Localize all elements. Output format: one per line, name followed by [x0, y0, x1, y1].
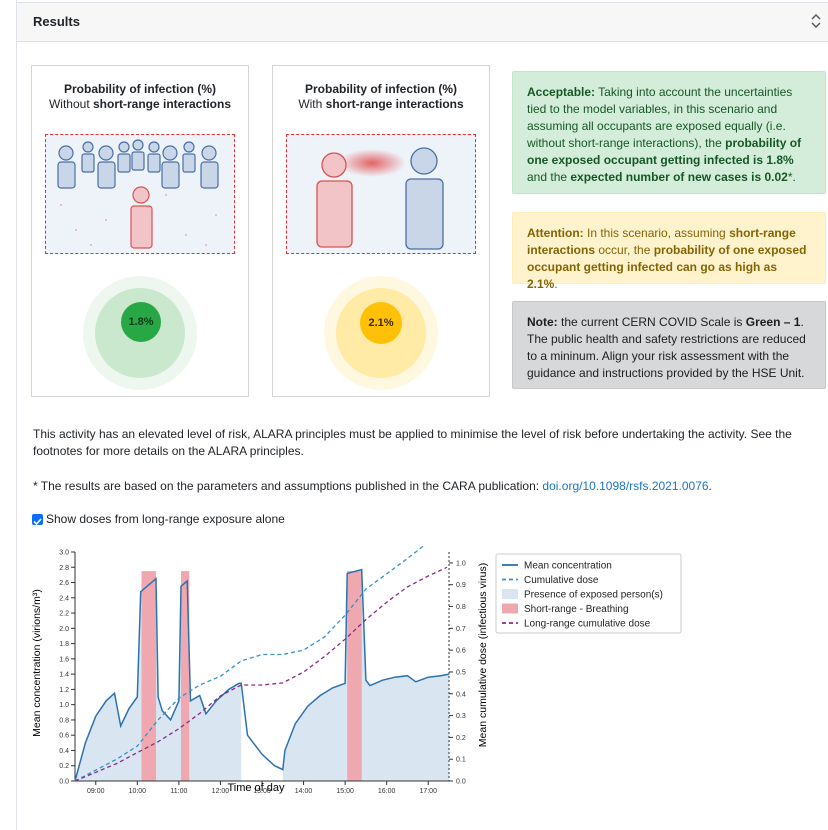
card-with-subtitle-bold: short-range interactions [325, 97, 464, 111]
card-with-short-range: Probability of infection (%) With short-… [272, 65, 490, 397]
short-range-bar [141, 571, 157, 781]
legend-label: Cumulative dose [524, 575, 599, 586]
x-tick-label: 14:00 [295, 788, 313, 795]
y-tick-label: 2.4 [59, 595, 69, 602]
alert-note-text: the current CERN COVID Scale is [557, 315, 746, 329]
y-axis-left: 0.0 0.2 0.4 0.6 0.8 1.0 1.2 1.4 1.6 1.8 2.0 2.2 2.4 2… [59, 550, 76, 786]
y2-tick-label: 0.9 [456, 582, 466, 589]
probability-value: 2.1% [368, 317, 394, 329]
y-tick-label: 0.2 [59, 763, 69, 770]
footnote-end: . [708, 479, 712, 493]
y2-tick-label: 0.5 [456, 669, 466, 676]
results-header[interactable]: Results [17, 2, 828, 42]
results-title: Results [33, 14, 80, 29]
alert-attention-text: occur, the [595, 243, 654, 257]
legend-swatch [502, 589, 518, 599]
short-range-icon [316, 147, 444, 250]
y-tick-label: 2.0 [59, 626, 69, 633]
y-tick-label: 0.8 [59, 717, 69, 724]
y-tick-label: 2.8 [59, 565, 69, 572]
card-with-subtitle: With short-range interactions [273, 97, 489, 112]
y2-tick-label: 0.7 [456, 626, 466, 633]
y-tick-label: 0.6 [59, 733, 69, 740]
alert-acceptable-text: and the [527, 170, 571, 184]
card-without-subtitle-prefix: Without [48, 97, 93, 111]
card-with-subtitle-prefix: With [298, 97, 326, 111]
footnote-text: * The results are based on the parameter… [33, 479, 543, 493]
checkbox-label[interactable]: Show doses from long-range exposure alon… [46, 511, 285, 528]
concentration-chart: 0.0 0.2 0.4 0.6 0.8 1.0 1.2 1.4 1.6 1.8 2.0 2.2 2.4 2… [31, 545, 682, 795]
y-tick-label: 1.4 [59, 672, 69, 679]
card-without-subtitle: Without short-range interactions [32, 97, 248, 112]
y2-tick-label: 0.4 [456, 691, 466, 698]
occupants-illustration [45, 134, 235, 254]
x-tick-label: 17:00 [419, 788, 437, 795]
alert-note-label: Note: [527, 315, 558, 329]
y2-tick-label: 0.1 [456, 757, 466, 764]
legend-label: Long-range cumulative dose [524, 619, 651, 630]
alert-acceptable: Acceptable: Taking into account the unce… [512, 71, 826, 194]
y-tick-label: 0.0 [59, 779, 69, 786]
y-tick-label: 3.0 [59, 550, 69, 557]
y2-tick-label: 1.0 [456, 560, 466, 567]
y-tick-label: 0.4 [59, 748, 69, 755]
y-tick-label: 1.2 [59, 687, 69, 694]
legend-label: Mean concentration [524, 561, 612, 572]
alert-note: Note: the current CERN COVID Scale is Gr… [512, 301, 826, 389]
probability-value: 1.8% [128, 316, 154, 328]
x-axis-label: Time of day [227, 782, 285, 794]
y2-tick-label: 0.3 [456, 713, 466, 720]
chart-legend: Mean concentration Cumulative dose Presenc… [495, 553, 682, 634]
probability-ring-inner: 2.1% [360, 302, 402, 344]
card-without-short-range: Probability of infection (%) Without sho… [31, 65, 249, 397]
alert-note-scale: Green – 1 [745, 315, 801, 329]
long-range-checkbox[interactable] [32, 514, 43, 526]
card-without-subtitle-bold: short-range interactions [92, 97, 232, 111]
card-with-title-line: Probability of infection (%) [305, 82, 457, 96]
alert-acceptable-label: Acceptable: [527, 85, 596, 99]
y2-tick-label: 0.2 [456, 735, 466, 742]
alert-attention-text: . [554, 277, 558, 291]
x-tick-label: 15:00 [336, 788, 354, 795]
short-range-illustration [286, 134, 476, 254]
y2-tick-label: 0.6 [456, 648, 466, 655]
legend-label: Short-range - Breathing [524, 604, 629, 615]
probability-ring-inner: 1.8% [121, 302, 161, 342]
x-tick-label: 09:00 [87, 788, 105, 795]
x-tick-label: 11:00 [170, 788, 187, 795]
y2-axis-label: Mean cumulative dose (infectious virus) [477, 563, 489, 747]
y-axis-right: 0.0 0.1 0.2 0.3 0.4 0.5 0.6 0.7 0.8 0.9 1.0 [448, 552, 466, 786]
y-tick-label: 1.0 [59, 702, 69, 709]
y-axis-label: Mean concentration (virions/m³) [31, 589, 43, 737]
legend-label: Presence of exposed person(s) [524, 590, 663, 601]
occupants-icon [57, 139, 219, 249]
alert-attention-text: In this scenario, assuming [583, 226, 730, 240]
footnote: * The results are based on the parameter… [33, 478, 823, 495]
short-range-bar [347, 571, 362, 781]
card-without-title: Probability of infection (%) Without sho… [32, 82, 248, 112]
risk-text: This activity has an elevated level of r… [33, 427, 792, 458]
y2-tick-label: 0.0 [456, 779, 466, 786]
x-tick-label: 16:00 [378, 788, 396, 795]
x-tick-label: 10:00 [129, 788, 147, 795]
alert-acceptable-cases: expected number of new cases is 0.02 [570, 170, 788, 184]
y-tick-label: 1.6 [59, 656, 69, 663]
y2-tick-label: 0.8 [456, 604, 466, 611]
y-tick-label: 1.8 [59, 641, 69, 648]
alert-attention-label: Attention: [527, 226, 584, 240]
legend-swatch [502, 603, 518, 614]
alert-attention: Attention: In this scenario, assuming sh… [512, 212, 826, 291]
y-tick-label: 2.6 [59, 580, 69, 587]
card-with-title: Probability of infection (%) With short-… [273, 82, 489, 112]
alert-acceptable-text: *. [787, 170, 796, 184]
publication-link[interactable]: doi.org/10.1098/rsfs.2021.0076 [542, 479, 708, 493]
y-tick-label: 2.2 [59, 611, 69, 618]
sort-toggle-icon[interactable] [810, 13, 822, 29]
card-without-title-line: Probability of infection (%) [64, 82, 216, 96]
check-icon [33, 518, 42, 526]
